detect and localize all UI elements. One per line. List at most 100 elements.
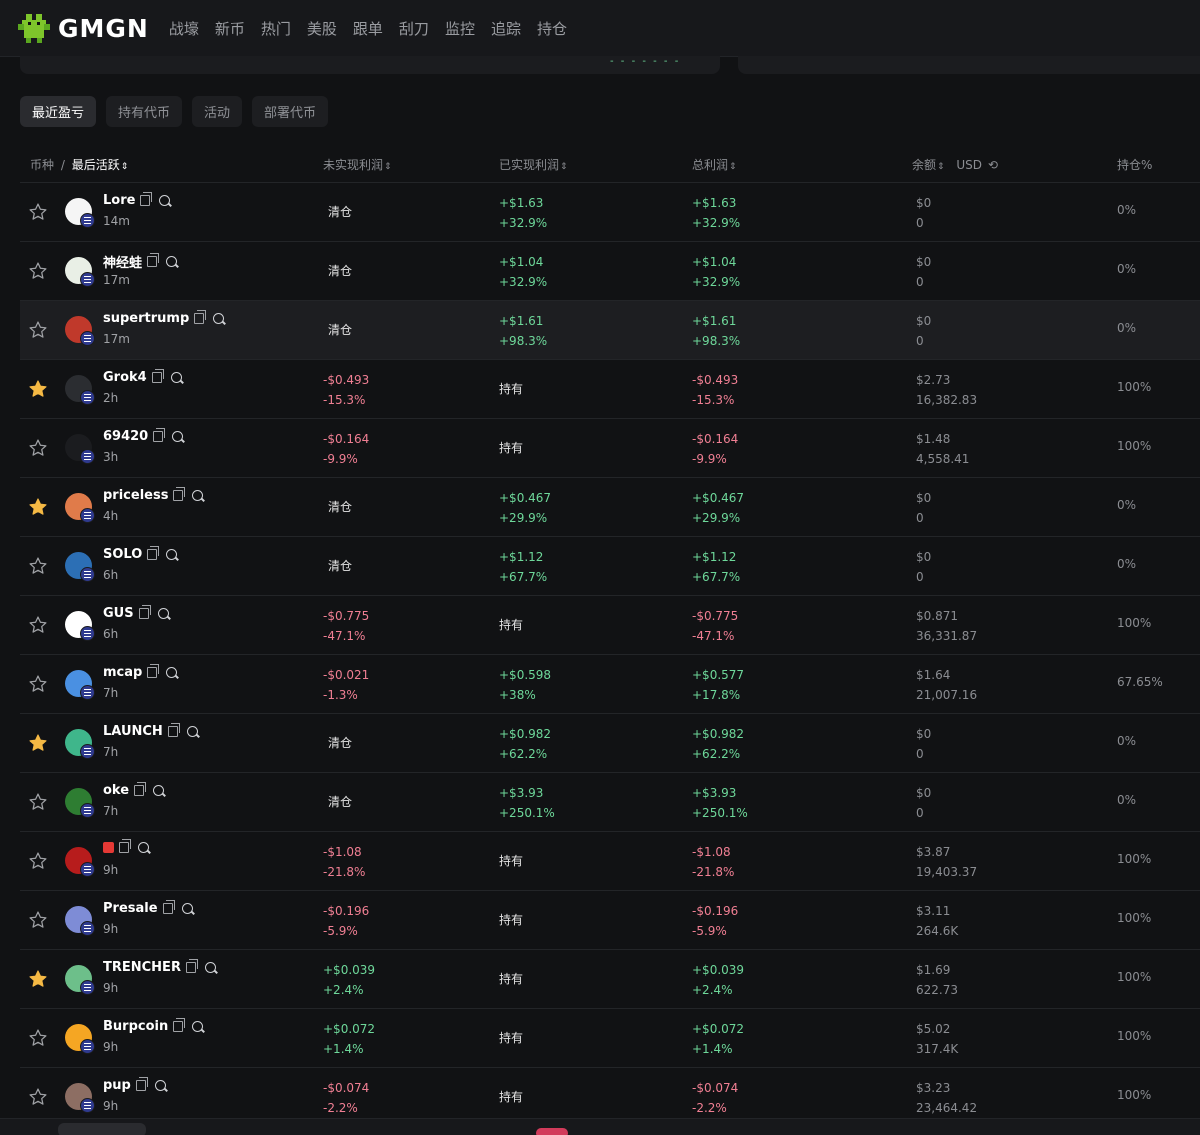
nav-item-8[interactable]: 持仓 <box>537 18 567 39</box>
table-row[interactable]: 69420 3h -$0.164 -9.9% 持有 -$0.164 -9.9% $1.48 4,… <box>20 419 1200 478</box>
token-name[interactable]: LAUNCH <box>103 724 163 739</box>
favorite-star-icon[interactable] <box>28 1028 48 1048</box>
favorite-star-icon[interactable] <box>28 851 48 871</box>
token-name[interactable]: 69420 <box>103 429 148 444</box>
copy-icon[interactable] <box>147 546 160 560</box>
tab-0[interactable]: 最近盈亏 <box>20 96 97 127</box>
header-coin[interactable]: 币种 / 最后活跃⇕ <box>30 156 128 173</box>
token-name[interactable]: TRENCHER <box>103 960 181 975</box>
search-icon[interactable] <box>166 549 178 560</box>
copy-icon[interactable] <box>185 959 198 973</box>
search-icon[interactable] <box>159 195 171 206</box>
tab-3[interactable]: 部署代币 <box>252 96 329 127</box>
token-name[interactable]: supertrump <box>103 311 189 326</box>
sort-icon[interactable]: ⇕ <box>121 162 129 172</box>
nav-item-3[interactable]: 美股 <box>307 18 337 39</box>
search-icon[interactable] <box>181 903 193 914</box>
search-icon[interactable] <box>153 785 165 796</box>
search-icon[interactable] <box>192 1021 204 1032</box>
favorite-star-icon[interactable] <box>28 497 48 517</box>
favorite-star-icon[interactable] <box>28 674 48 694</box>
token-name[interactable]: pup <box>103 1078 131 1093</box>
nav-item-5[interactable]: 刮刀 <box>399 18 429 39</box>
search-icon[interactable] <box>172 431 184 442</box>
nav-item-1[interactable]: 新币 <box>215 18 245 39</box>
tab-2[interactable]: 活动 <box>192 96 243 127</box>
header-realized[interactable]: 已实现利润⇕ <box>499 156 568 173</box>
favorite-star-icon[interactable] <box>28 202 48 222</box>
table-row[interactable]: LAUNCH 7h 清仓 +$0.982 +62.2% +$0.982 +62.2% $0 0 0… <box>20 714 1200 773</box>
copy-icon[interactable] <box>134 782 147 796</box>
search-icon[interactable] <box>154 1080 166 1091</box>
copy-icon[interactable] <box>140 192 153 206</box>
nav-item-4[interactable]: 跟单 <box>353 18 383 39</box>
copy-icon[interactable] <box>173 487 186 501</box>
token-name[interactable]: Grok4 <box>103 370 147 385</box>
favorite-star-icon[interactable] <box>28 969 48 989</box>
tab-1[interactable]: 持有代币 <box>106 96 183 127</box>
favorite-star-icon[interactable] <box>28 792 48 812</box>
copy-icon[interactable] <box>147 664 160 678</box>
swap-currency-icon[interactable]: ⟲ <box>988 158 998 172</box>
search-icon[interactable] <box>204 962 216 973</box>
token-name[interactable]: SOLO <box>103 547 142 562</box>
favorite-star-icon[interactable] <box>28 261 48 281</box>
header-total[interactable]: 总利润⇕ <box>692 156 737 173</box>
table-row[interactable]: 神经蛙 17m 清仓 +$1.04 +32.9% +$1.04 +32.9% $0 0 0% <box>20 242 1200 301</box>
search-icon[interactable] <box>186 726 198 737</box>
favorite-star-icon[interactable] <box>28 320 48 340</box>
token-name[interactable]: oke <box>103 783 129 798</box>
search-icon[interactable] <box>166 667 178 678</box>
sort-icon[interactable]: ⇕ <box>560 162 568 172</box>
table-row[interactable]: mcap 7h -$0.021 -1.3% +$0.598 +38% +$0.577 +17.… <box>20 655 1200 714</box>
sort-icon[interactable]: ⇕ <box>384 162 392 172</box>
search-icon[interactable] <box>157 608 169 619</box>
currency-label[interactable]: USD <box>956 158 982 172</box>
table-row[interactable]: Presale 9h -$0.196 -5.9% 持有 -$0.196 -5.9% $3.11… <box>20 891 1200 950</box>
table-row[interactable]: Burpcoin 9h +$0.072 +1.4% 持有 +$0.072 +1.4% $5.0… <box>20 1009 1200 1068</box>
table-row[interactable]: supertrump 17m 清仓 +$1.61 +98.3% +$1.61 +98.3% $… <box>20 301 1200 360</box>
token-name[interactable]: mcap <box>103 665 142 680</box>
favorite-star-icon[interactable] <box>28 1087 48 1107</box>
token-name[interactable]: 神经蛙 <box>103 252 142 271</box>
search-icon[interactable] <box>170 372 182 383</box>
sort-icon[interactable]: ⇕ <box>937 162 945 172</box>
favorite-star-icon[interactable] <box>28 910 48 930</box>
table-row[interactable]: GUS 6h -$0.775 -47.1% 持有 -$0.775 -47.1% $0.871 3… <box>20 596 1200 655</box>
nav-item-2[interactable]: 热门 <box>261 18 291 39</box>
favorite-star-icon[interactable] <box>28 438 48 458</box>
copy-icon[interactable] <box>167 723 180 737</box>
table-row[interactable]: 9h -$1.08 -21.8% 持有 -$1.08 -21.8% $3.87 19,403.… <box>20 832 1200 891</box>
table-row[interactable]: oke 7h 清仓 +$3.93 +250.1% +$3.93 +250.1% $0 0 0% <box>20 773 1200 832</box>
token-name[interactable]: Presale <box>103 901 158 916</box>
token-name[interactable]: Lore <box>103 193 135 208</box>
token-name[interactable]: GUS <box>103 606 134 621</box>
search-icon[interactable] <box>213 313 225 324</box>
token-name[interactable]: priceless <box>103 488 168 503</box>
copy-icon[interactable] <box>173 1018 186 1032</box>
copy-icon[interactable] <box>119 839 131 853</box>
favorite-star-icon[interactable] <box>28 556 48 576</box>
header-last-active[interactable]: 最后活跃 <box>72 158 120 172</box>
table-row[interactable]: Grok4 2h -$0.493 -15.3% 持有 -$0.493 -15.3% $2.73… <box>20 360 1200 419</box>
search-icon[interactable] <box>192 490 204 501</box>
table-row[interactable]: Lore 14m 清仓 +$1.63 +32.9% +$1.63 +32.9% $0 0 0% <box>20 183 1200 242</box>
gmgn-logo[interactable]: GMGN <box>16 10 149 46</box>
copy-icon[interactable] <box>194 310 207 324</box>
search-icon[interactable] <box>138 842 149 853</box>
header-balance[interactable]: 余额⇕ USD ⟲ <box>912 156 998 173</box>
copy-icon[interactable] <box>138 605 151 619</box>
table-row[interactable]: TRENCHER 9h +$0.039 +2.4% 持有 +$0.039 +2.4% $1.6… <box>20 950 1200 1009</box>
token-name[interactable]: Burpcoin <box>103 1019 168 1034</box>
copy-icon[interactable] <box>153 428 166 442</box>
header-unrealized[interactable]: 未实现利润⇕ <box>323 156 392 173</box>
favorite-star-icon[interactable] <box>28 379 48 399</box>
search-icon[interactable] <box>166 256 178 267</box>
nav-item-7[interactable]: 追踪 <box>491 18 521 39</box>
copy-icon[interactable] <box>151 369 164 383</box>
sort-icon[interactable]: ⇕ <box>729 162 737 172</box>
table-row[interactable]: priceless 4h 清仓 +$0.467 +29.9% +$0.467 +29.9% $… <box>20 478 1200 537</box>
favorite-star-icon[interactable] <box>28 615 48 635</box>
nav-item-0[interactable]: 战壕 <box>169 18 199 39</box>
copy-icon[interactable] <box>162 900 175 914</box>
